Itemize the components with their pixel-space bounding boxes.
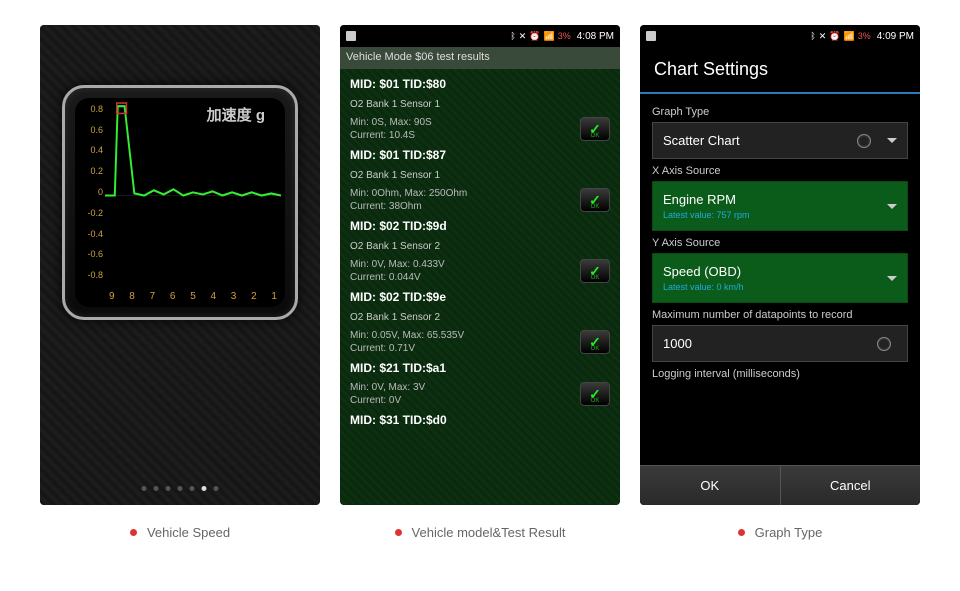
phone-test-results: ᛒ ✕ ⏰ 📶 3% 4:08 PM Vehicle Mode $06 test… xyxy=(340,25,620,505)
test-row: Min: 0Ohm, Max: 250OhmCurrent: 38Ohm OK xyxy=(340,185,620,215)
x-axis-label: X Axis Source xyxy=(652,165,908,177)
page-indicator[interactable] xyxy=(142,486,219,491)
dot-icon xyxy=(202,486,207,491)
radio-icon xyxy=(877,337,891,351)
signal-icon: 📶 xyxy=(844,31,855,42)
mute-icon: ✕ xyxy=(519,31,527,42)
test-mid-tid: MID: $02 TID:$9d xyxy=(340,215,620,237)
app-icon xyxy=(646,31,656,41)
max-datapoints-label: Maximum number of datapoints to record xyxy=(652,309,908,321)
chevron-down-icon xyxy=(887,276,897,281)
x-axis: 9 8 7 6 5 4 3 2 1 xyxy=(105,291,281,305)
test-row: Min: 0V, Max: 0.433VCurrent: 0.044V OK xyxy=(340,256,620,286)
alarm-icon: ⏰ xyxy=(529,31,540,42)
dot-icon xyxy=(142,486,147,491)
ok-check-button[interactable]: OK xyxy=(580,382,610,406)
y-axis-select[interactable]: Speed (OBD) Latest value: 0 km/h xyxy=(652,253,908,303)
bullet-icon xyxy=(395,529,402,536)
test-mid-tid: MID: $01 TID:$87 xyxy=(340,144,620,166)
chevron-down-icon xyxy=(887,204,897,209)
test-sensor: O2 Bank 1 Sensor 1 xyxy=(340,95,620,114)
graph-type-label: Graph Type xyxy=(652,106,908,118)
dot-icon xyxy=(166,486,171,491)
screen-header: Vehicle Mode $06 test results xyxy=(340,47,620,69)
clock: 4:08 PM xyxy=(577,31,614,42)
ok-check-button[interactable]: OK xyxy=(580,330,610,354)
caption-1: Vehicle Speed xyxy=(40,525,320,540)
signal-icon: 📶 xyxy=(544,31,555,42)
chevron-down-icon xyxy=(887,138,897,143)
battery-level: 3% xyxy=(858,31,871,41)
test-sensor: O2 Bank 1 Sensor 2 xyxy=(340,237,620,256)
caption-3: Graph Type xyxy=(640,525,920,540)
test-values: Min: 0V, Max: 0.433VCurrent: 0.044V xyxy=(350,258,445,284)
gauge-widget: 加速度 g 0.8 0.6 0.4 0.2 0 -0.2 -0.4 -0.6 -… xyxy=(62,85,298,320)
gauge-screen: 加速度 g 0.8 0.6 0.4 0.2 0 -0.2 -0.4 -0.6 -… xyxy=(40,25,320,505)
bluetooth-icon: ᛒ xyxy=(510,31,515,41)
test-values: Min: 0S, Max: 90SCurrent: 10.4S xyxy=(350,116,432,142)
status-bar: ᛒ ✕ ⏰ 📶 3% 4:09 PM xyxy=(640,25,920,47)
ok-check-button[interactable]: OK xyxy=(580,188,610,212)
status-bar: ᛒ ✕ ⏰ 📶 3% 4:08 PM xyxy=(340,25,620,47)
y-axis-label: Y Axis Source xyxy=(652,237,908,249)
chart-plot xyxy=(105,102,281,289)
test-mid-tid: MID: $21 TID:$a1 xyxy=(340,357,620,379)
phone-chart-settings: ᛒ ✕ ⏰ 📶 3% 4:09 PM Chart Settings Graph … xyxy=(640,25,920,505)
bullet-icon xyxy=(738,529,745,536)
test-sensor: O2 Bank 1 Sensor 1 xyxy=(340,166,620,185)
test-values: Min: 0Ohm, Max: 250OhmCurrent: 38Ohm xyxy=(350,187,467,213)
dot-icon xyxy=(178,486,183,491)
ok-check-button[interactable]: OK xyxy=(580,259,610,283)
radio-icon xyxy=(857,134,871,148)
bluetooth-icon: ᛒ xyxy=(810,31,815,41)
dot-icon xyxy=(190,486,195,491)
clock: 4:09 PM xyxy=(877,31,914,42)
test-row: Min: 0S, Max: 90SCurrent: 10.4S OK xyxy=(340,114,620,144)
ok-check-button[interactable]: OK xyxy=(580,117,610,141)
test-values: Min: 0V, Max: 3VCurrent: 0V xyxy=(350,381,425,407)
bullet-icon xyxy=(130,529,137,536)
settings-dialog: Chart Settings Graph Type Scatter Chart … xyxy=(640,47,920,505)
graph-type-select[interactable]: Scatter Chart xyxy=(652,122,908,159)
caption-2: Vehicle model&Test Result xyxy=(340,525,620,540)
test-list[interactable]: MID: $01 TID:$80O2 Bank 1 Sensor 1Min: 0… xyxy=(340,69,620,505)
test-mid-tid: MID: $01 TID:$80 xyxy=(340,73,620,95)
y-axis: 0.8 0.6 0.4 0.2 0 -0.2 -0.4 -0.6 -0.8 xyxy=(79,100,105,289)
dot-icon xyxy=(154,486,159,491)
test-row: Min: 0.05V, Max: 65.535VCurrent: 0.71V OK xyxy=(340,327,620,357)
test-mid-tid: MID: $31 TID:$d0 xyxy=(340,409,620,431)
dialog-title: Chart Settings xyxy=(640,47,920,94)
test-sensor: O2 Bank 1 Sensor 2 xyxy=(340,308,620,327)
alarm-icon: ⏰ xyxy=(829,31,840,42)
mute-icon: ✕ xyxy=(819,31,827,42)
test-mid-tid: MID: $02 TID:$9e xyxy=(340,286,620,308)
battery-level: 3% xyxy=(558,31,571,41)
test-values: Min: 0.05V, Max: 65.535VCurrent: 0.71V xyxy=(350,329,464,355)
app-icon xyxy=(346,31,356,41)
dot-icon xyxy=(214,486,219,491)
cancel-button[interactable]: Cancel xyxy=(781,466,921,505)
max-datapoints-input[interactable]: 1000 xyxy=(652,325,908,362)
logging-interval-label: Logging interval (milliseconds) xyxy=(652,368,908,380)
x-axis-select[interactable]: Engine RPM Latest value: 757 rpm xyxy=(652,181,908,231)
test-row: Min: 0V, Max: 3VCurrent: 0V OK xyxy=(340,379,620,409)
ok-button[interactable]: OK xyxy=(640,466,781,505)
phone-vehicle-speed: 加速度 g 0.8 0.6 0.4 0.2 0 -0.2 -0.4 -0.6 -… xyxy=(40,25,320,505)
